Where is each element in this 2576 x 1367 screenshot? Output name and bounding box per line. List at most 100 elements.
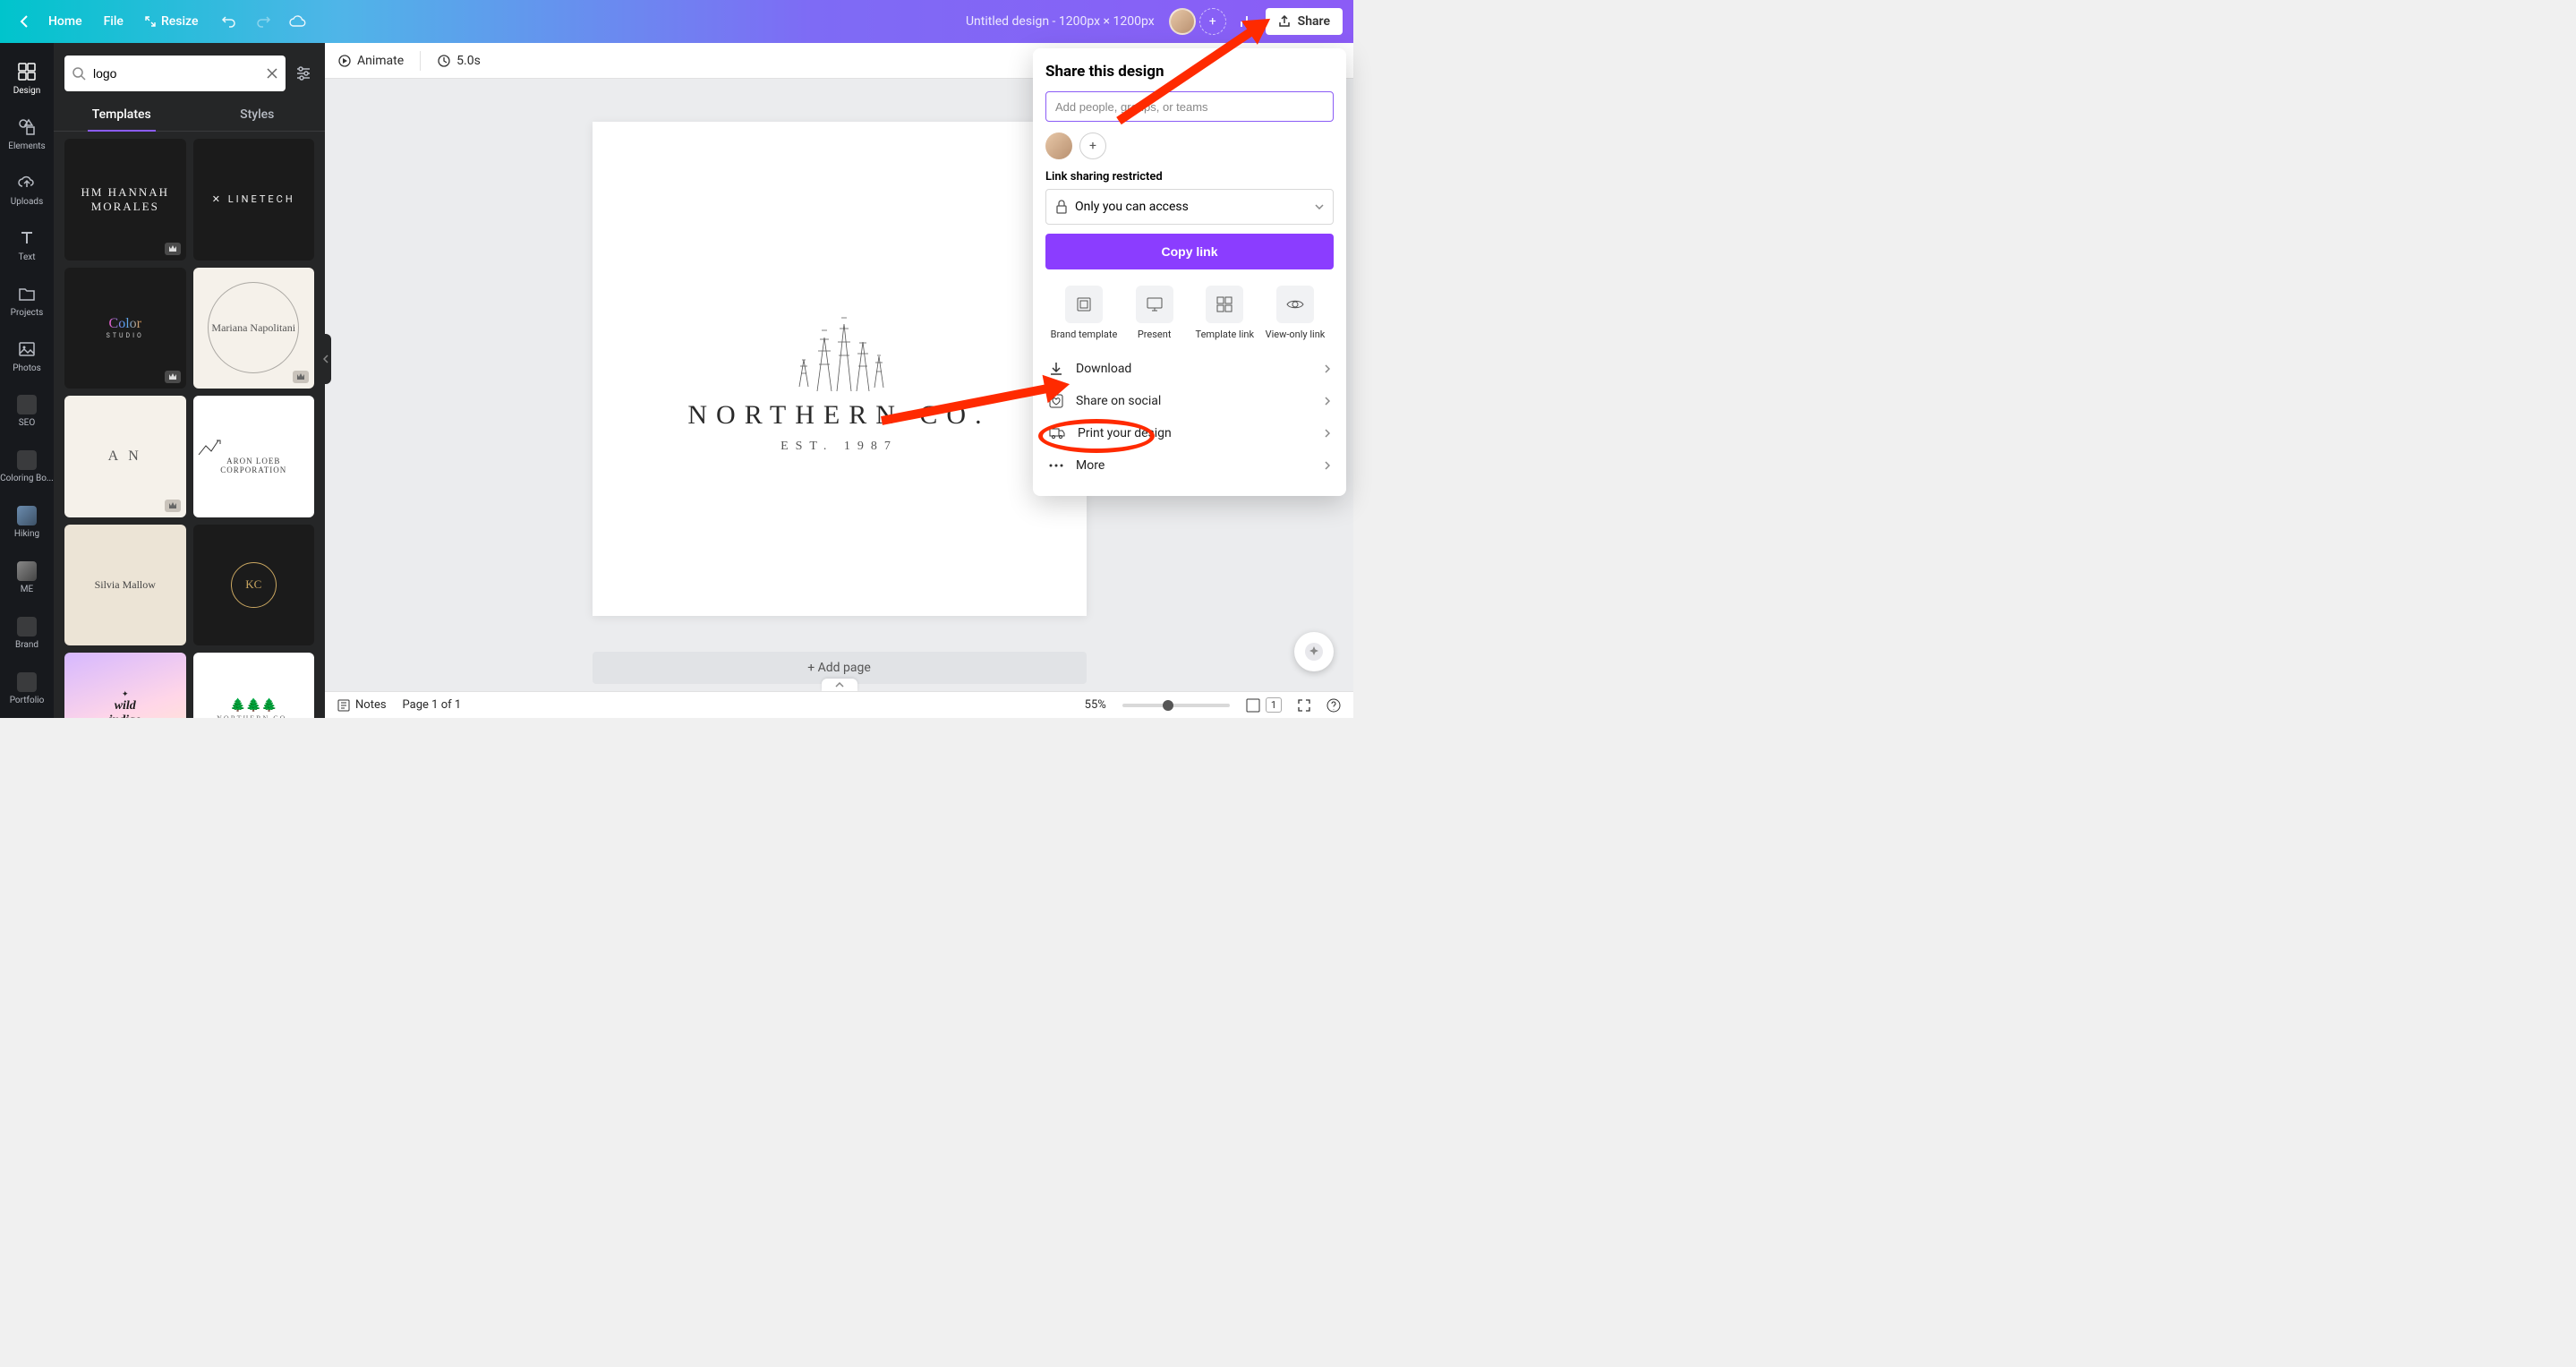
add-person-button[interactable]: + [1079, 132, 1106, 159]
rail-elements[interactable]: Elements [0, 107, 54, 159]
page-grid-button[interactable]: 1 [1246, 697, 1282, 713]
rail-me[interactable]: ME [0, 551, 54, 603]
premium-badge-icon [293, 371, 309, 383]
menu-more[interactable]: More [1045, 449, 1334, 482]
chevron-right-icon [1325, 429, 1330, 438]
rail-text[interactable]: Text [0, 218, 54, 270]
user-avatar[interactable] [1169, 8, 1196, 35]
link-sharing-label: Link sharing restricted [1045, 170, 1334, 184]
owner-avatar[interactable] [1045, 132, 1072, 159]
search-input[interactable] [93, 66, 259, 81]
header-icons [219, 12, 307, 31]
assistant-fab[interactable] [1294, 632, 1334, 671]
page-indicator[interactable]: Page 1 of 1 [403, 698, 462, 712]
help-button[interactable] [1326, 698, 1341, 713]
template-item[interactable]: ColorSTUDIO [64, 268, 186, 389]
insights-button[interactable] [1237, 12, 1257, 31]
premium-badge-icon [165, 371, 181, 383]
resize-label: Resize [161, 14, 199, 29]
clear-search-icon[interactable] [266, 67, 278, 80]
premium-badge-icon [165, 243, 181, 255]
animate-button[interactable]: Animate [337, 54, 404, 68]
document-title[interactable]: Untitled design - 1200px × 1200px [966, 14, 1155, 29]
fullscreen-button[interactable] [1298, 699, 1310, 712]
rail-brand[interactable]: Brand [0, 607, 54, 659]
back-button[interactable] [11, 0, 38, 43]
search-icon [72, 66, 86, 81]
menu-download[interactable]: Download [1045, 353, 1334, 385]
pages-drawer-handle[interactable] [822, 679, 857, 691]
rail-portfolio[interactable]: Portfolio [0, 662, 54, 714]
search-bar [64, 56, 286, 91]
premium-badge-icon [165, 500, 181, 512]
app-header: Home File Resize Untitled design - 1200p… [0, 0, 1353, 43]
template-item[interactable]: Mariana Napolitani [193, 268, 315, 389]
menu-print[interactable]: Print your design [1045, 417, 1334, 449]
logo-subtitle: EST. 1987 [780, 440, 898, 454]
bottom-bar: Notes Page 1 of 1 55% 1 [325, 691, 1353, 718]
share-options-grid: Brand template Present Template link Vie… [1045, 286, 1334, 340]
more-icon [1049, 464, 1063, 467]
download-icon [1049, 362, 1063, 376]
logo-title: NORTHERN CO. [687, 400, 990, 431]
zoom-level[interactable]: 55% [1085, 698, 1106, 712]
redo-button[interactable] [253, 12, 273, 31]
resize-menu[interactable]: Resize [134, 14, 209, 29]
chevron-down-icon [1315, 204, 1324, 209]
rail-photos[interactable]: Photos [0, 329, 54, 381]
template-item[interactable]: A N [64, 396, 186, 517]
zoom-slider[interactable] [1122, 704, 1230, 707]
rail-design[interactable]: Design [0, 52, 54, 104]
share-label: Share [1298, 14, 1330, 29]
tab-templates[interactable]: Templates [54, 98, 190, 131]
copy-link-button[interactable]: Copy link [1045, 234, 1334, 269]
template-item[interactable]: ✦wildindigoSKINCARE + BEAUTY [64, 653, 186, 718]
chevron-right-icon [1325, 364, 1330, 373]
opt-brand-template[interactable]: Brand template [1049, 286, 1119, 340]
chevron-right-icon [1325, 397, 1330, 406]
heart-icon [1049, 394, 1063, 408]
panel-tabs: Templates Styles [54, 98, 325, 132]
opt-template-link[interactable]: Template link [1190, 286, 1259, 340]
truck-icon [1049, 427, 1065, 440]
menu-share-social[interactable]: Share on social [1045, 385, 1334, 417]
add-people-input[interactable] [1045, 91, 1334, 122]
share-menu-list: Download Share on social Print your desi… [1045, 353, 1334, 482]
template-item[interactable]: ARON LOEB CORPORATION [193, 396, 315, 517]
collapse-panel-handle[interactable] [320, 334, 331, 384]
cloud-sync-icon[interactable] [287, 12, 307, 31]
share-icon [1278, 15, 1291, 28]
notes-button[interactable]: Notes [337, 698, 387, 712]
rail-uploads[interactable]: Uploads [0, 163, 54, 215]
notes-icon [337, 699, 350, 712]
home-menu[interactable]: Home [38, 14, 93, 29]
file-menu[interactable]: File [93, 14, 134, 29]
tab-styles[interactable]: Styles [190, 98, 326, 131]
nav-rail: Design Elements Uploads Text Projects Ph… [0, 43, 54, 718]
design-canvas[interactable]: NORTHERN CO. EST. 1987 [593, 122, 1087, 616]
template-item[interactable]: Silvia Mallow [64, 525, 186, 646]
template-grid: HM HANNAH MORALES ✕ LINETECH ColorSTUDIO… [54, 132, 325, 718]
rail-hiking[interactable]: Hiking [0, 496, 54, 548]
template-item[interactable]: HM HANNAH MORALES [64, 139, 186, 261]
template-item[interactable]: KC [193, 525, 315, 646]
access-dropdown[interactable]: Only you can access [1045, 189, 1334, 225]
undo-button[interactable] [219, 12, 239, 31]
clock-icon [437, 54, 451, 68]
opt-view-only[interactable]: View-only link [1260, 286, 1330, 340]
people-row: + [1045, 132, 1334, 159]
template-item[interactable]: 🌲🌲🌲NORTHERN CO.EST. 1987 [193, 653, 315, 718]
lock-icon [1055, 200, 1068, 214]
opt-present[interactable]: Present [1120, 286, 1190, 340]
trees-illustration [772, 302, 907, 400]
template-item[interactable]: ✕ LINETECH [193, 139, 315, 261]
filters-button[interactable] [293, 63, 314, 84]
rail-projects[interactable]: Projects [0, 274, 54, 326]
templates-panel: Templates Styles HM HANNAH MORALES ✕ LIN… [54, 43, 325, 718]
rail-seo[interactable]: SEO [0, 385, 54, 437]
duration-button[interactable]: 5.0s [437, 54, 481, 68]
rail-coloring[interactable]: Coloring Bo... [0, 440, 54, 492]
add-collaborator-button[interactable]: + [1199, 8, 1226, 35]
share-button[interactable]: Share [1266, 8, 1343, 35]
chevron-right-icon [1325, 461, 1330, 470]
